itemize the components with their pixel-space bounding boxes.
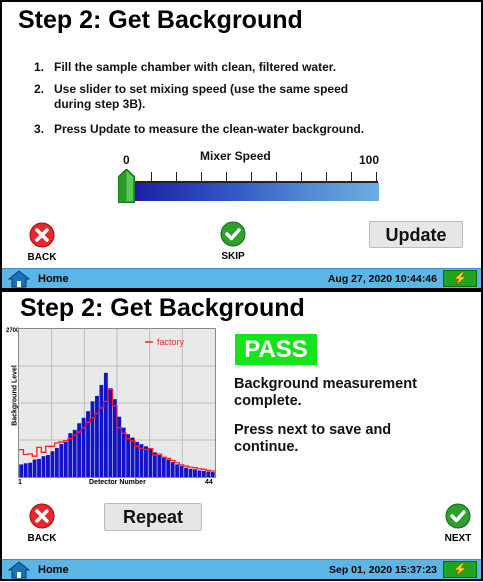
close-icon [29,503,55,529]
power-status-button[interactable] [443,561,477,578]
back-button[interactable]: BACK [20,222,64,263]
instruction-list: 1. Fill the sample chamber with clean, fi… [34,60,474,144]
back-button[interactable]: BACK [20,503,64,544]
power-status-button[interactable] [443,270,477,287]
list-item: 1. Fill the sample chamber with clean, fi… [34,60,337,74]
chart-bar [112,399,117,477]
chart-bar [41,456,46,477]
chart-bar [90,401,95,477]
instruction-message: Press next to save and continue. [234,422,392,455]
chart-plot-area: factory [19,329,215,477]
home-button[interactable]: Home [8,270,69,288]
chart-bar [193,469,197,477]
chart-bar [68,433,73,477]
slider-thumb[interactable] [118,169,135,203]
chart-bar [46,455,50,477]
chart-bar [197,470,202,477]
home-button[interactable]: Home [8,561,69,579]
status-bar: Home Aug 27, 2020 10:44:46 [2,268,481,288]
status-datetime: Sep 01, 2020 15:37:23 [329,564,437,576]
checkmark-icon [220,221,246,247]
chart-bar [206,471,211,477]
chart-bar [175,464,180,477]
status-badge: PASS [235,334,317,365]
chart-bar [32,459,37,477]
checkmark-icon [445,503,471,529]
list-item: 3. Press Update to measure the clean-wate… [34,122,365,136]
get-background-setup-panel: Step 2: Get Background 1. Fill the sample… [0,0,483,290]
slider-scale [126,165,378,183]
update-button[interactable]: Update [369,221,463,248]
chart-bar [130,437,135,477]
chart-bar [157,455,162,477]
chart-bar [152,452,157,477]
get-background-result-panel: Step 2: Get Background 2700 factory Back… [0,290,483,581]
chart-bar [170,462,175,477]
chart-bar [144,446,148,477]
chart-bar [201,470,206,477]
chart-bar [23,463,28,477]
legend-label: factory [157,337,185,347]
close-icon [29,222,55,248]
chart-bar [81,417,86,477]
chart-bar [86,411,90,477]
home-icon [8,270,30,288]
chart-bar [166,459,171,477]
chart-bar [210,472,215,477]
chart-bar [99,384,104,477]
chart-bar [179,466,184,477]
chart-bar [95,395,99,477]
chart-bar [135,441,139,477]
next-button[interactable]: NEXT [436,503,480,544]
chart-bar [108,388,113,477]
mixer-speed-slider[interactable] [122,183,379,201]
chart-bar [121,427,126,477]
chart-bar [72,429,77,477]
home-icon [8,561,30,579]
chart-bar [19,464,24,477]
x-axis-min-label: 1 [18,479,22,486]
skip-button[interactable]: SKIP [211,221,255,262]
mixer-speed-label: Mixer Speed [200,149,271,163]
x-axis-max-label: 44 [205,479,213,486]
lightning-icon [453,271,467,286]
chart-bar [103,372,108,477]
chart-bar [161,457,166,477]
chart-bar [63,441,68,477]
page-title: Step 2: Get Background [18,6,303,34]
y-axis-label: Background Level [11,365,19,426]
background-chart: factory [18,328,216,478]
chart-bar [77,423,82,477]
lightning-icon [453,562,467,577]
chart-bar [37,458,41,477]
chart-bar [126,434,131,477]
result-message: Background measurement complete. [234,376,417,409]
repeat-button[interactable]: Repeat [104,503,202,531]
page-title: Step 2: Get Background [20,294,305,322]
chart-bar [188,468,193,477]
chart-bar [59,444,64,477]
chart-bar [117,416,122,477]
x-axis-label: Detector Number [89,479,146,486]
list-item: 2. Use slider to set mixing speed (use th… [34,82,349,111]
status-bar: Home Sep 01, 2020 15:37:23 [2,559,481,579]
chart-bar [184,467,188,477]
chart-bar [148,448,153,477]
chart-bar [54,447,59,477]
status-datetime: Aug 27, 2020 10:44:46 [327,273,437,285]
chart-bar [28,462,33,477]
chart-bar [50,451,55,477]
